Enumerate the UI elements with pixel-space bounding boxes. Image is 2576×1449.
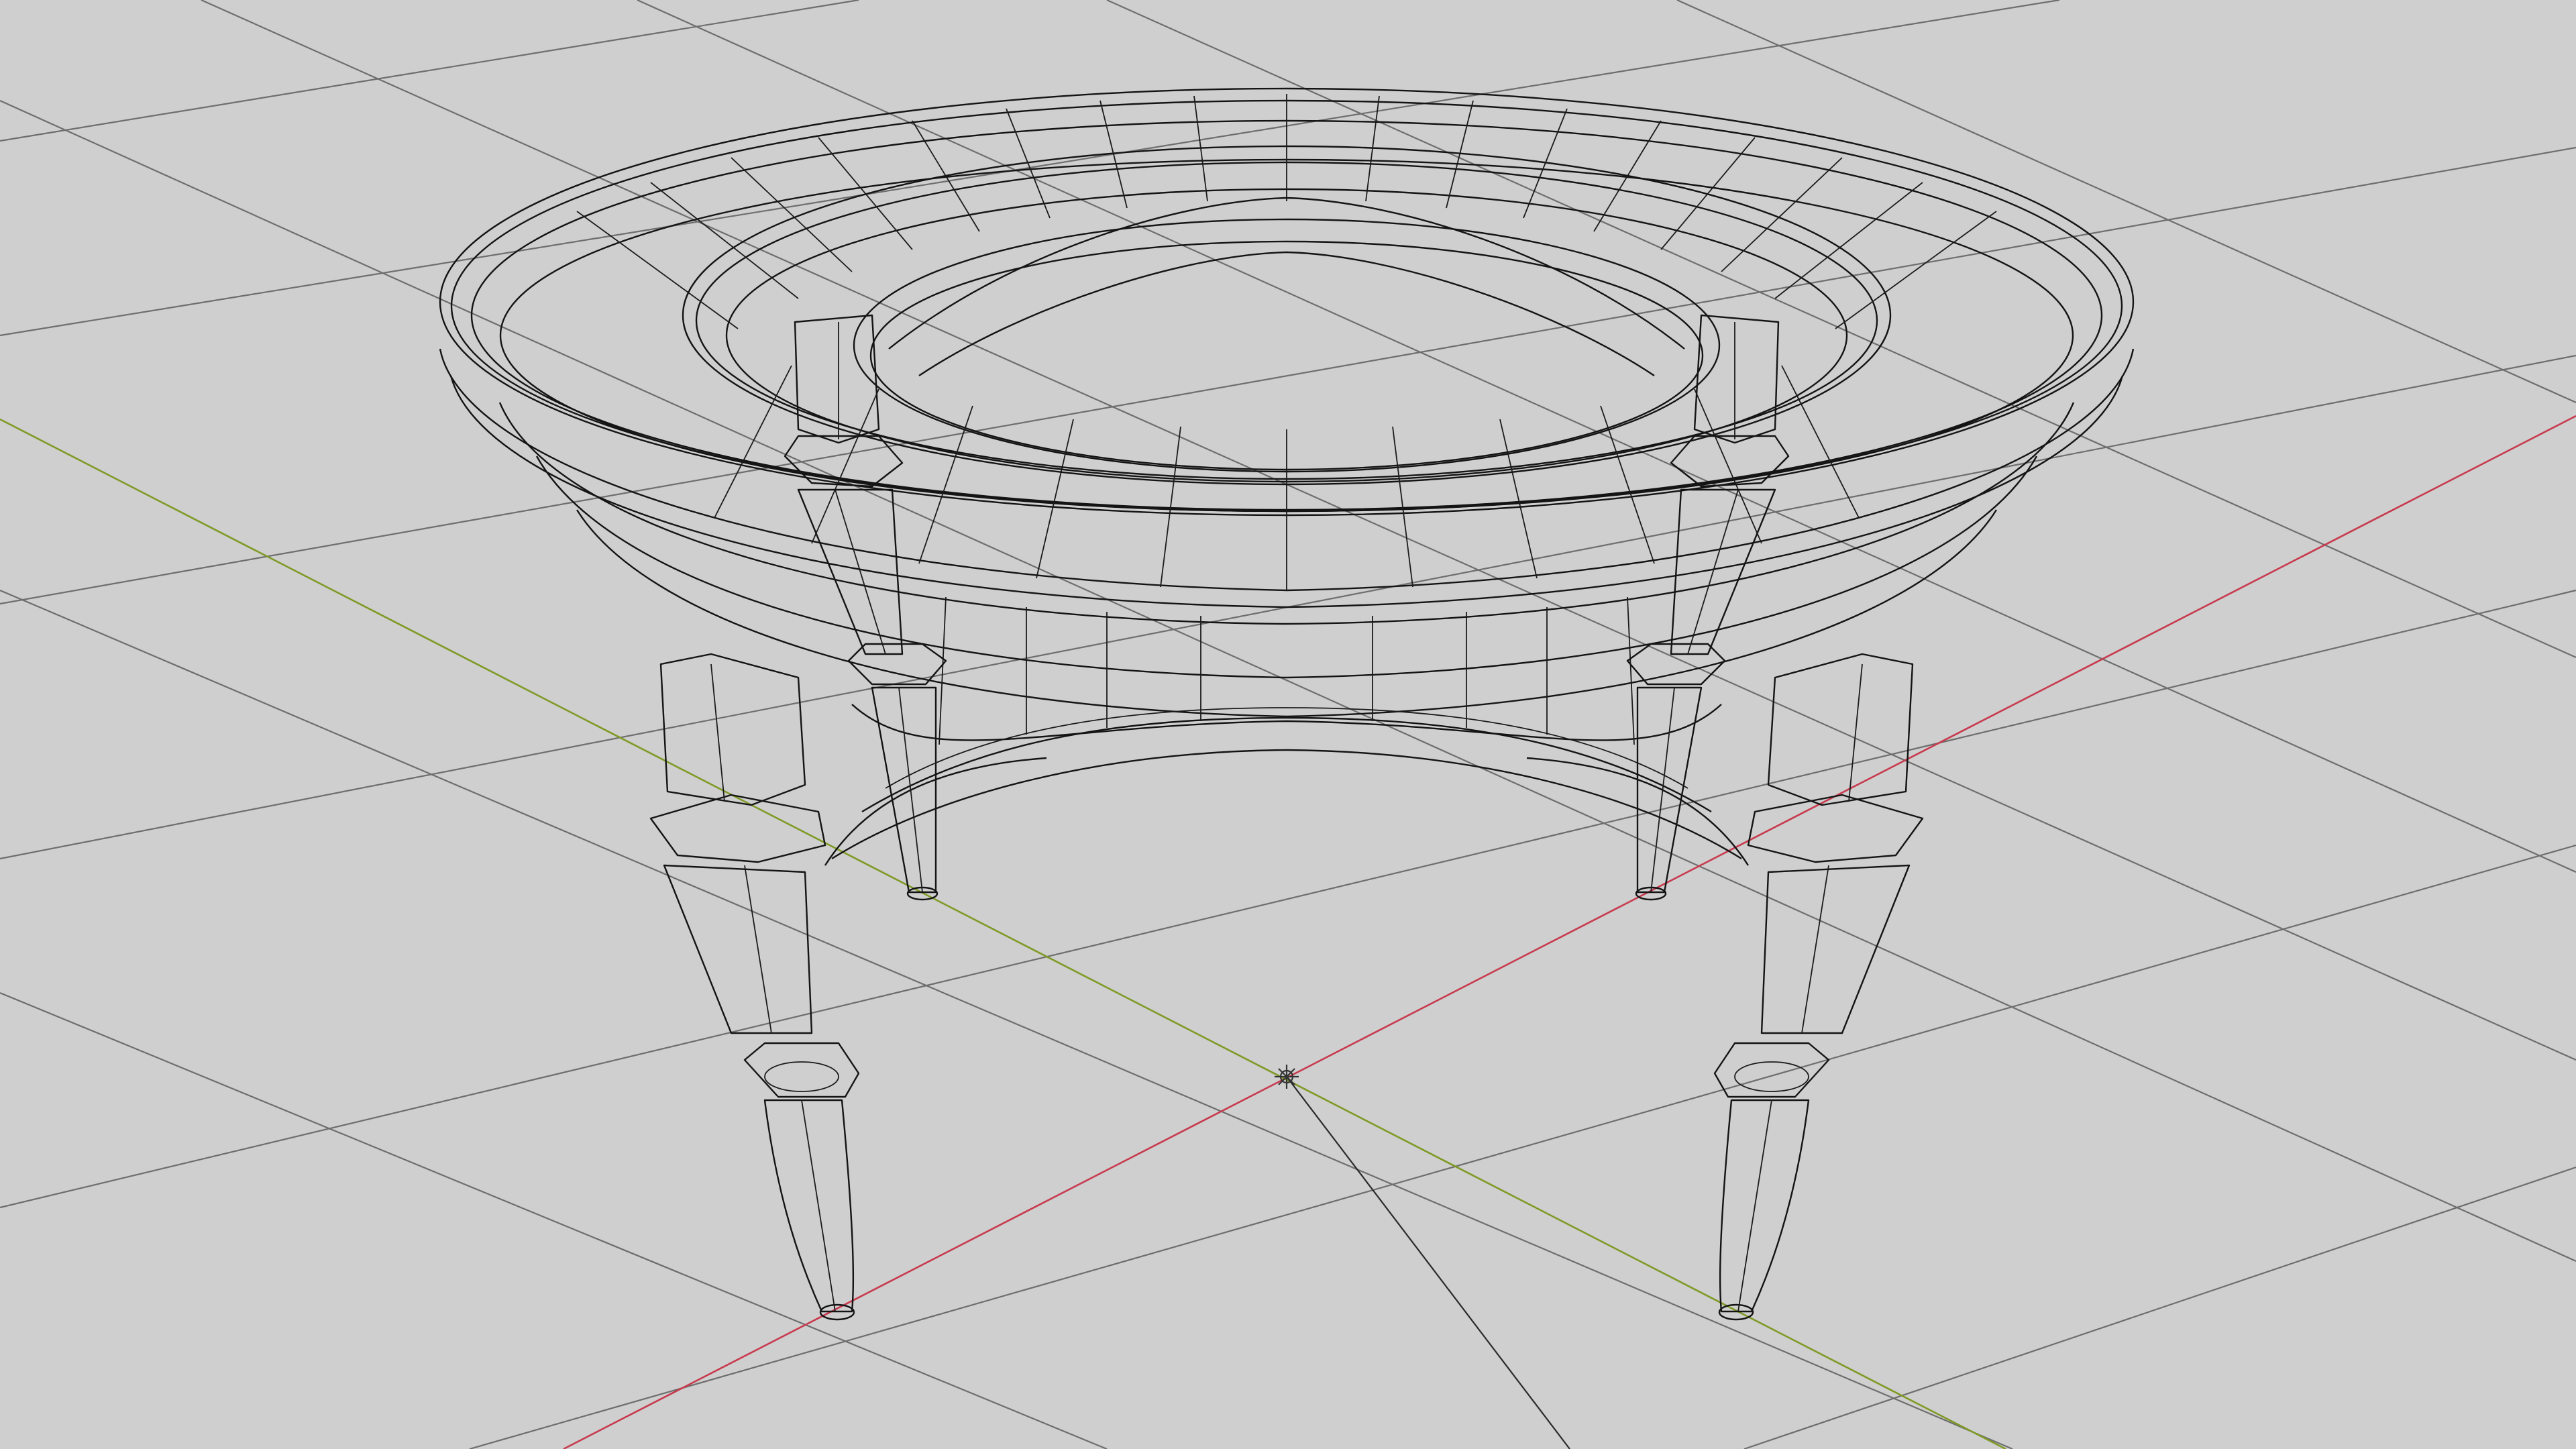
floor-grid xyxy=(0,0,2576,1449)
table-stretchers xyxy=(824,707,1750,866)
3d-viewport[interactable] xyxy=(0,0,2576,1449)
y-axis xyxy=(0,418,2006,1449)
table-leg-back-left xyxy=(784,314,947,901)
table-object[interactable] xyxy=(439,87,2135,1321)
z-axis xyxy=(1286,1076,1570,1449)
viewport-scene[interactable] xyxy=(0,0,2576,1449)
3d-cursor-icon[interactable] xyxy=(1275,1065,1299,1089)
table-leg-front-left xyxy=(649,653,860,1321)
